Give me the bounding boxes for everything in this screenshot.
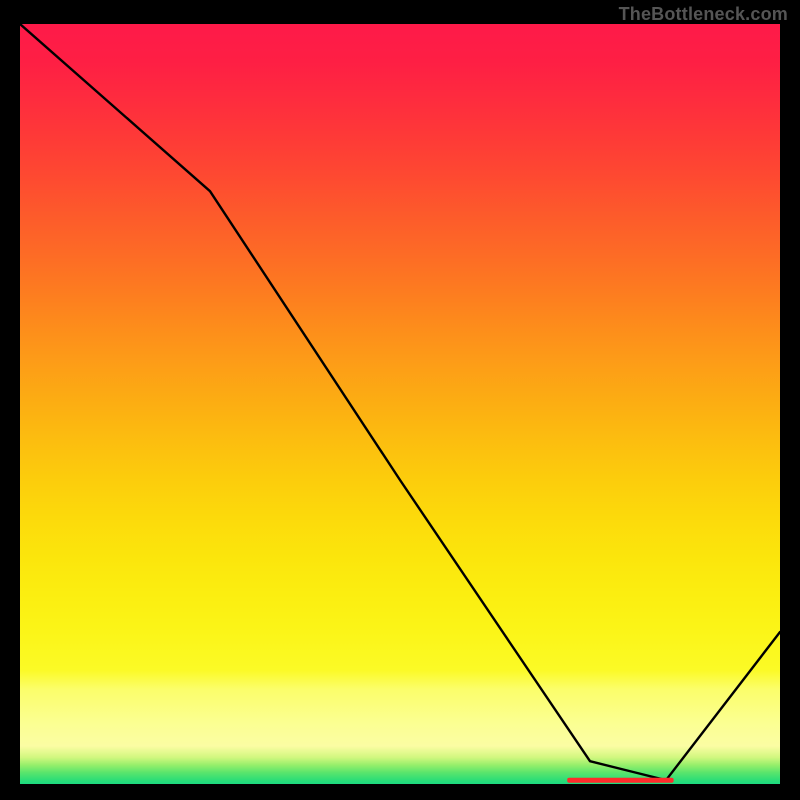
chart-plot (20, 24, 780, 784)
chart-svg (20, 24, 780, 784)
chart-background (20, 24, 780, 784)
marker-bar (567, 778, 673, 783)
watermark-text: TheBottleneck.com (619, 4, 788, 25)
chart-frame: TheBottleneck.com (0, 0, 800, 800)
